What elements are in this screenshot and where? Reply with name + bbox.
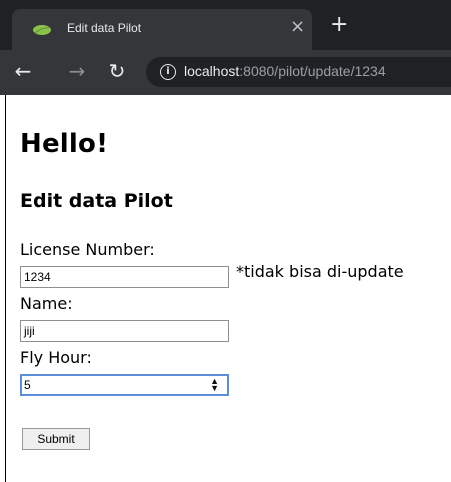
license-number-field[interactable]: 1234: [20, 266, 229, 288]
browser-tab[interactable]: Edit data Pilot ×: [12, 9, 312, 50]
fly-hour-stepper[interactable]: 5 ▲ ▼: [20, 374, 229, 396]
tab-title: Edit data Pilot: [67, 21, 142, 35]
name-value: jiji: [24, 324, 35, 338]
url-host: localhost: [184, 63, 240, 79]
browser-chrome: Edit data Pilot × + ← → ↻ i localhost:80…: [0, 0, 451, 95]
url-text: localhost:8080/pilot/update/1234: [184, 63, 386, 79]
form-title: Edit data Pilot: [20, 190, 173, 212]
url-path: :8080/pilot/update/1234: [239, 63, 386, 79]
name-label: Name:: [20, 294, 73, 313]
license-number-value: 1234: [24, 270, 51, 284]
leaf-icon: [33, 25, 51, 35]
new-tab-icon[interactable]: +: [330, 14, 348, 36]
fly-hour-value: 5: [24, 378, 31, 392]
page-left-border: [5, 95, 6, 482]
license-number-label: License Number:: [20, 240, 155, 259]
info-icon[interactable]: i: [160, 64, 176, 80]
spinner-arrows-icon[interactable]: ▲ ▼: [210, 377, 219, 393]
back-arrow-icon[interactable]: ←: [11, 59, 35, 83]
address-bar[interactable]: i localhost:8080/pilot/update/1234: [146, 57, 451, 87]
reload-icon[interactable]: ↻: [105, 59, 129, 83]
name-field[interactable]: jiji: [20, 320, 229, 342]
page-heading: Hello!: [20, 129, 109, 159]
submit-button[interactable]: Submit: [22, 428, 90, 450]
fly-hour-label: Fly Hour:: [20, 348, 92, 367]
browser-toolbar: ← → ↻ i localhost:8080/pilot/update/1234: [0, 50, 451, 95]
close-tab-icon[interactable]: ×: [290, 17, 305, 37]
license-note: *tidak bisa di-update: [236, 262, 404, 281]
forward-arrow-icon[interactable]: →: [65, 59, 89, 83]
